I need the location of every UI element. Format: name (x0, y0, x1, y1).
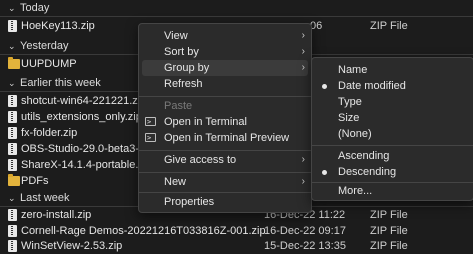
context-menu: View › Sort by › Group by › Refresh Past… (138, 23, 312, 213)
list-item[interactable]: WinSetView-2.53.zip 15-Dec-22 13:35 ZIP … (0, 238, 473, 254)
chevron-right-icon: › (301, 30, 305, 41)
zip-file-icon (8, 240, 17, 252)
folder-icon (8, 57, 20, 69)
group-header-today[interactable]: ⌄ Today (0, 0, 473, 16)
zip-file-icon (8, 225, 17, 237)
group-divider (0, 16, 473, 17)
menu-item-open-in-terminal[interactable]: Open in Terminal (139, 114, 311, 130)
menu-item-refresh[interactable]: Refresh (139, 76, 311, 92)
chevron-right-icon: › (301, 154, 305, 165)
chevron-down-icon: ⌄ (8, 78, 16, 88)
chevron-right-icon: › (301, 176, 305, 187)
menu-item-properties[interactable]: Properties (139, 194, 311, 210)
group-order-descending[interactable]: Descending (312, 164, 473, 180)
menu-item-paste[interactable]: Paste (139, 98, 311, 114)
zip-file-icon (8, 95, 17, 107)
group-by-name[interactable]: Name (312, 62, 473, 78)
group-by-type[interactable]: Type (312, 94, 473, 110)
menu-separator (139, 150, 311, 151)
group-by-more[interactable]: More... (312, 183, 473, 199)
menu-separator (312, 145, 473, 146)
chevron-down-icon: ⌄ (8, 3, 16, 13)
folder-icon (8, 174, 20, 186)
menu-item-group-by[interactable]: Group by › (142, 60, 308, 76)
chevron-down-icon: ⌄ (8, 41, 16, 51)
radio-selected-icon (322, 84, 327, 89)
zip-file-icon (8, 20, 17, 32)
zip-file-icon (8, 159, 17, 171)
menu-item-sort-by[interactable]: Sort by › (139, 44, 311, 60)
menu-separator (139, 172, 311, 173)
terminal-icon (145, 114, 156, 130)
zip-file-icon (8, 143, 17, 155)
group-order-ascending[interactable]: Ascending (312, 148, 473, 164)
terminal-icon (145, 130, 156, 146)
menu-item-new[interactable]: New › (139, 174, 311, 190)
group-by-none[interactable]: (None) (312, 126, 473, 142)
menu-item-open-in-terminal-preview[interactable]: Open in Terminal Preview (139, 130, 311, 146)
list-item[interactable]: Cornell-Rage Demos-20221216T033816Z-001.… (0, 223, 473, 239)
zip-file-icon (8, 111, 17, 123)
group-by-size[interactable]: Size (312, 110, 473, 126)
zip-file-icon (8, 209, 17, 221)
radio-selected-icon (322, 170, 327, 175)
menu-item-give-access-to[interactable]: Give access to › (139, 152, 311, 168)
chevron-right-icon: › (301, 46, 305, 57)
menu-item-view[interactable]: View › (139, 28, 311, 44)
chevron-down-icon: ⌄ (8, 193, 16, 203)
group-by-date-modified[interactable]: Date modified (312, 78, 473, 94)
menu-separator (139, 96, 311, 97)
menu-separator (139, 192, 311, 193)
chevron-right-icon: › (301, 62, 305, 73)
group-by-submenu: Name Date modified Type Size (None) Asce… (311, 57, 473, 201)
zip-file-icon (8, 127, 17, 139)
